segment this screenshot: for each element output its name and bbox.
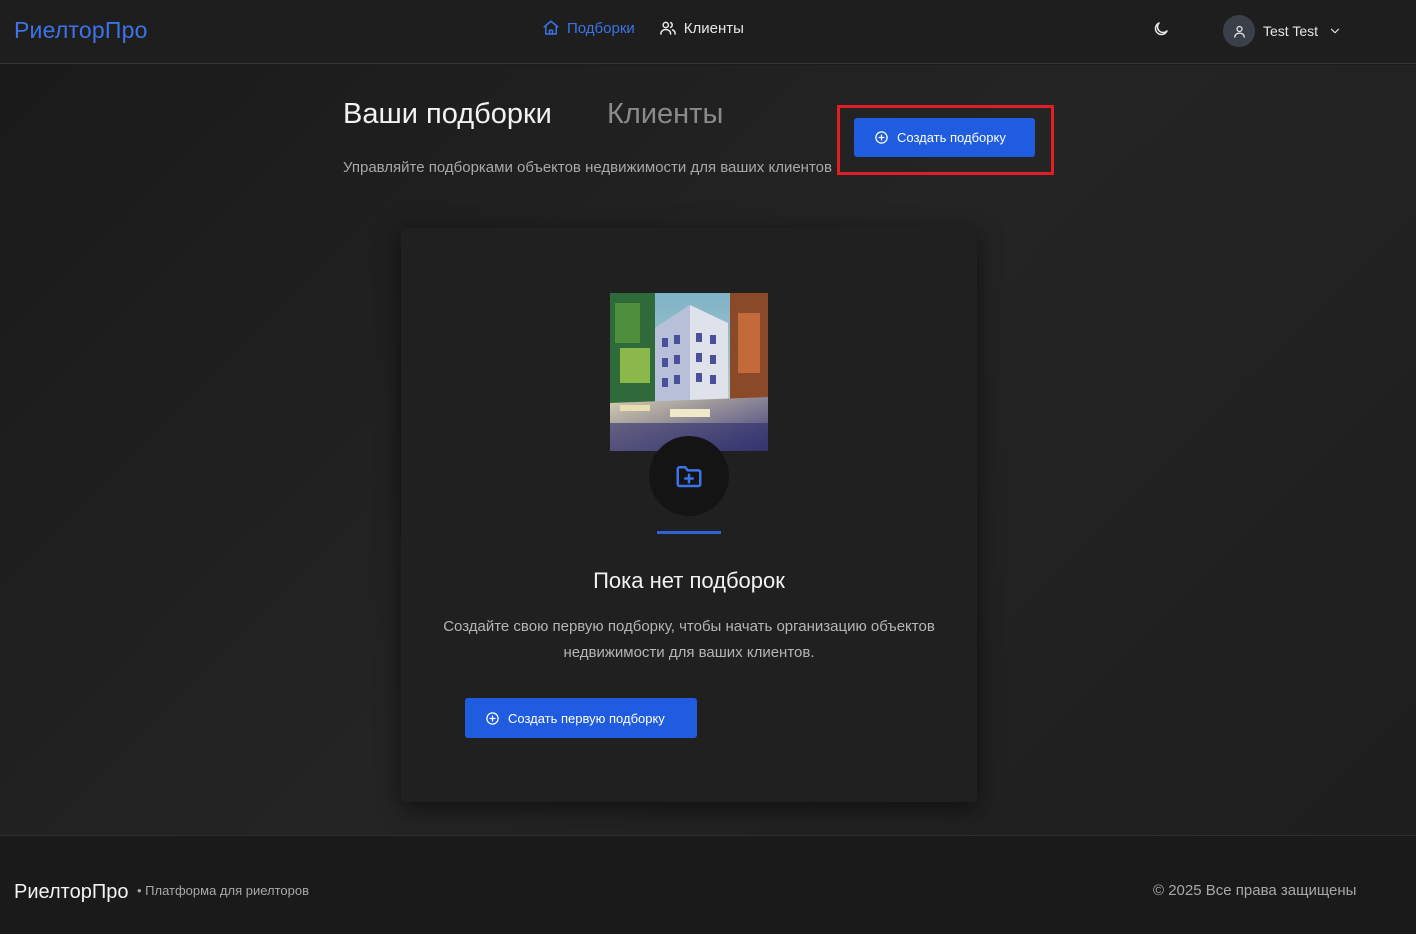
accent-divider xyxy=(657,531,721,534)
page-title: Ваши подборки xyxy=(343,98,552,130)
home-icon xyxy=(543,20,559,35)
folder-icon-circle xyxy=(649,436,729,516)
user-icon xyxy=(1233,25,1245,38)
avatar xyxy=(1223,15,1255,47)
highlight-annotation xyxy=(837,105,1054,175)
tab-clients[interactable]: Клиенты xyxy=(607,98,723,131)
chevron-down-icon xyxy=(1330,28,1340,34)
footer-tagline: • Платформа для риелторов xyxy=(137,883,310,898)
nav-item-label: Клиенты xyxy=(683,19,744,37)
plus-circle-icon xyxy=(486,711,499,725)
create-first-collection-label: Создать первую подборку xyxy=(508,710,665,726)
top-navbar: РиелторПро Подборки Клиенты Test Test xyxy=(0,0,1416,64)
empty-state-text: Создайте свою первую подборку, чтобы нач… xyxy=(443,618,935,661)
building-painting-image xyxy=(610,293,768,451)
brand-logo[interactable]: РиелторПро xyxy=(14,17,148,44)
empty-state-title: Пока нет подборок xyxy=(593,568,785,593)
user-menu[interactable]: Test Test xyxy=(1223,15,1342,47)
create-first-collection-button[interactable]: Создать первую подборку xyxy=(465,698,697,738)
folder-plus-icon xyxy=(676,466,702,488)
users-icon xyxy=(659,21,676,35)
user-name: Test Test xyxy=(1263,23,1318,39)
moon-icon[interactable] xyxy=(1152,20,1170,38)
footer-copyright: © 2025 Все права защищены xyxy=(1153,882,1357,899)
nav-item-collections[interactable]: Подборки xyxy=(542,19,635,37)
footer-brand: РиелторПро xyxy=(14,881,129,903)
page-subtitle: Управляйте подборками объектов недвижимо… xyxy=(343,159,832,176)
nav-item-label: Подборки xyxy=(567,19,635,37)
nav-item-clients[interactable]: Клиенты xyxy=(659,19,744,37)
main-nav: Подборки Клиенты xyxy=(542,19,744,37)
footer: РиелторПро • Платформа для риелторов © 2… xyxy=(0,835,1416,934)
